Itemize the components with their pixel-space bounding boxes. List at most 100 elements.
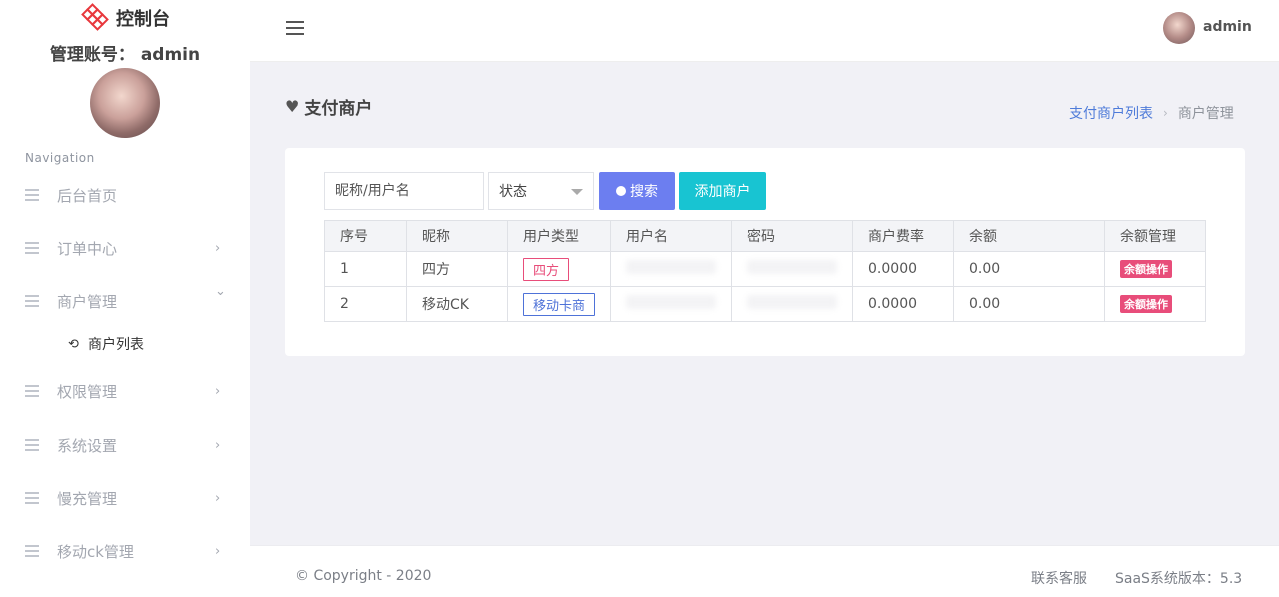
redacted-username <box>626 260 717 274</box>
nav-heading: Navigation <box>25 151 95 165</box>
caret-down-icon <box>571 189 583 195</box>
breadcrumb-link[interactable]: 支付商户列表 <box>1069 103 1153 123</box>
sidebar-item-label: 慢充管理 <box>57 489 118 508</box>
cell-nickname: 四方 <box>406 251 508 287</box>
cell-username <box>610 286 733 322</box>
top-bar: admin <box>250 0 1279 62</box>
sidebar-subitem-label: 商户列表 <box>88 337 144 353</box>
add-merchant-label: 添加商户 <box>694 184 751 200</box>
account-label: 管理账号： <box>49 45 135 65</box>
sidebar-item-label: 移动ck管理 <box>57 542 134 561</box>
cell-nickname: 移动CK <box>406 286 508 322</box>
column-header: 密码 <box>731 220 854 252</box>
copyright-text: © Copyright - 2020 <box>295 568 432 584</box>
add-merchant-button[interactable]: 添加商户 <box>679 172 766 210</box>
user-avatar[interactable] <box>1163 12 1195 44</box>
column-header: 用户名 <box>610 220 733 252</box>
redacted-password <box>747 260 838 274</box>
contact-support-link[interactable]: 联系客服 <box>1031 568 1087 588</box>
column-header: 余额管理 <box>1104 220 1206 252</box>
cell-password <box>731 251 854 287</box>
breadcrumb-current: 商户管理 <box>1177 106 1234 122</box>
cell-username <box>610 251 733 287</box>
sidebar-item-home[interactable]: 后台首页 <box>0 180 250 210</box>
list-icon <box>25 242 39 254</box>
table-header-row: 序号 昵称 用户类型 用户名 密码 商户费率 余额 余额管理 <box>324 220 1206 252</box>
table-row: 2 移动CK 移动卡商 0.0000 0.00 余额操作 <box>324 286 1206 322</box>
list-icon <box>25 295 39 307</box>
column-header: 用户类型 <box>506 220 612 252</box>
cell-type: 移动卡商 <box>506 286 612 322</box>
redacted-password <box>747 295 838 309</box>
cell-balance: 0.00 <box>953 286 1106 322</box>
brand-title: 控制台 <box>116 9 170 30</box>
chevron-right-icon: › <box>215 437 221 453</box>
sidebar-item-mobile-ck[interactable]: 移动ck管理 › <box>0 536 250 566</box>
sidebar-item-slow-charge[interactable]: 慢充管理 › <box>0 483 250 513</box>
list-icon <box>25 439 39 451</box>
account-line: 管理账号： admin <box>0 40 250 65</box>
balance-operation-button[interactable]: 余额操作 <box>1120 260 1173 278</box>
cell-type: 四方 <box>506 251 612 287</box>
chevron-down-icon: ⌄ <box>215 284 226 299</box>
footer: © Copyright - 2020 联系客服 SaaS系统版本：5.3 <box>250 545 1279 597</box>
list-icon <box>25 385 39 397</box>
type-tag: 移动卡商 <box>523 292 596 316</box>
breadcrumb: 支付商户列表 › 商户管理 <box>1069 103 1234 123</box>
sidebar-item-label: 后台首页 <box>57 186 118 205</box>
cell-id: 1 <box>324 251 407 287</box>
cell-rate: 0.0000 <box>852 251 955 287</box>
sidebar-item-permissions[interactable]: 权限管理 › <box>0 376 250 406</box>
sidebar-item-settings[interactable]: 系统设置 › <box>0 430 250 460</box>
search-icon <box>616 186 626 196</box>
cell-action: 余额操作 <box>1104 251 1206 287</box>
search-button-label: 搜索 <box>630 184 658 200</box>
breadcrumb-separator: › <box>1163 106 1168 120</box>
chevron-right-icon: › <box>215 240 221 256</box>
version-text: SaaS系统版本：5.3 <box>1115 571 1243 587</box>
sidebar: 控制台 管理账号： admin Navigation 后台首页 订单中心 › 商… <box>0 0 250 597</box>
cell-action: 余额操作 <box>1104 286 1206 322</box>
sidebar-item-label: 商户管理 <box>57 292 118 311</box>
type-tag: 四方 <box>523 257 570 281</box>
cell-rate: 0.0000 <box>852 286 955 322</box>
column-header: 余额 <box>953 220 1106 252</box>
profile-avatar[interactable] <box>90 68 160 138</box>
search-button[interactable]: 搜索 <box>599 172 675 210</box>
cell-id: 2 <box>324 286 407 322</box>
table-row: 1 四方 四方 0.0000 0.00 余额操作 <box>324 251 1206 287</box>
list-icon <box>25 492 39 504</box>
chevron-right-icon: › <box>215 543 221 559</box>
search-input[interactable] <box>324 172 484 210</box>
sidebar-item-label: 订单中心 <box>57 239 118 258</box>
heart-icon: ♥ <box>285 97 300 116</box>
list-icon <box>25 189 39 201</box>
refresh-icon: ⟲ <box>68 336 79 352</box>
sidebar-subitem-merchant-list[interactable]: ⟲ 商户列表 <box>0 331 250 357</box>
cell-password <box>731 286 854 322</box>
user-name[interactable]: admin <box>1203 19 1252 35</box>
sidebar-item-merchants[interactable]: 商户管理 ⌄ <box>0 284 250 316</box>
hamburger-menu-icon[interactable] <box>286 21 304 35</box>
sidebar-item-label: 系统设置 <box>57 436 118 455</box>
status-select-value: 状态 <box>499 184 527 200</box>
merchant-table: 序号 昵称 用户类型 用户名 密码 商户费率 余额 余额管理 1 四方 四方 0… <box>324 220 1206 322</box>
chevron-right-icon: › <box>215 383 221 399</box>
column-header: 昵称 <box>406 220 508 252</box>
sidebar-item-orders[interactable]: 订单中心 › <box>0 233 250 263</box>
cell-balance: 0.00 <box>953 251 1106 287</box>
brand[interactable]: 控制台 <box>0 3 250 33</box>
column-header: 序号 <box>324 220 407 252</box>
balance-operation-button[interactable]: 余额操作 <box>1120 295 1173 313</box>
knot-logo-icon <box>81 3 109 31</box>
status-select[interactable]: 状态 <box>488 172 594 210</box>
page-title: ♥ 支付商户 <box>285 94 372 119</box>
account-name: admin <box>140 45 201 65</box>
list-icon <box>25 545 39 557</box>
redacted-username <box>626 295 717 309</box>
page-title-text: 支付商户 <box>304 99 373 119</box>
merchant-card: 状态 搜索 添加商户 序号 昵称 用户类型 用户名 密码 商户费率 余额 余额管… <box>285 148 1245 356</box>
column-header: 商户费率 <box>852 220 955 252</box>
chevron-right-icon: › <box>215 490 221 506</box>
sidebar-item-label: 权限管理 <box>57 382 118 401</box>
